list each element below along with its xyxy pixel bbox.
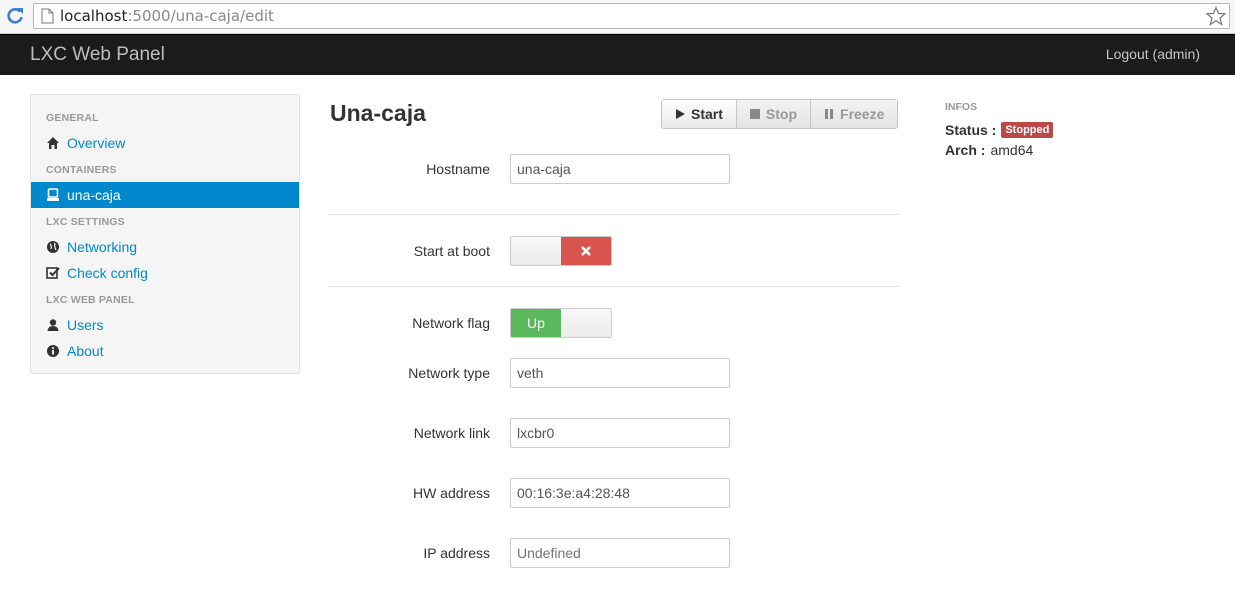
- sidebar-item-label: Networking: [67, 239, 138, 255]
- sidebar: GENERAL Overview CONTAINERS una-caja LXC…: [30, 94, 300, 374]
- sidebar-item-label: Users: [67, 317, 104, 333]
- hostname-input[interactable]: [510, 154, 730, 184]
- network-flag-up: Up: [511, 309, 561, 337]
- hw-address-label: HW address: [412, 485, 490, 501]
- toggle-off-side: [561, 237, 611, 265]
- toggle-off-side: [561, 309, 611, 337]
- page-icon: [41, 8, 54, 24]
- status-row: Status : Stopped: [945, 122, 1054, 138]
- stop-label: Stop: [765, 106, 798, 122]
- sidebar-item-networking[interactable]: Networking: [31, 234, 299, 260]
- page-title: Una-caja: [330, 100, 426, 126]
- status-key: Status :: [945, 122, 997, 138]
- sidebar-header-general: GENERAL: [46, 112, 99, 124]
- url-path: :5000/una-caja/edit: [127, 7, 274, 25]
- reload-icon[interactable]: [4, 5, 26, 27]
- play-icon: [676, 109, 685, 119]
- hostname-label: Hostname: [426, 161, 490, 177]
- url-text: localhost:5000/una-caja/edit: [60, 8, 274, 25]
- browser-toolbar: localhost:5000/una-caja/edit: [0, 0, 1235, 34]
- stop-icon: [749, 109, 760, 119]
- start-label: Start: [691, 106, 723, 122]
- network-link-input[interactable]: [510, 418, 730, 448]
- info-icon: [47, 345, 59, 357]
- sidebar-item-overview[interactable]: Overview: [31, 130, 299, 156]
- start-button[interactable]: Start: [662, 100, 736, 128]
- check-icon: [46, 267, 60, 279]
- globe-icon: [47, 241, 59, 253]
- sidebar-header-containers: CONTAINERS: [46, 164, 117, 176]
- arch-key: Arch :: [945, 142, 986, 158]
- user-icon: [47, 319, 59, 331]
- sidebar-item-users[interactable]: Users: [31, 312, 299, 338]
- network-type-input[interactable]: [510, 358, 730, 388]
- infos-heading: INFOS: [945, 101, 978, 113]
- status-badge: Stopped: [1001, 122, 1054, 138]
- bookmark-star-icon[interactable]: [1206, 6, 1226, 26]
- divider: [330, 214, 900, 215]
- sidebar-item-label: una-caja: [67, 187, 121, 203]
- ip-address-label: IP address: [423, 545, 490, 561]
- top-navbar: LXC Web Panel Logout (admin): [0, 34, 1235, 75]
- sidebar-item-label: Check config: [67, 265, 148, 281]
- sidebar-item-una-caja[interactable]: una-caja: [31, 182, 299, 208]
- divider: [330, 286, 900, 287]
- ip-address-input[interactable]: [510, 538, 730, 568]
- hw-address-input[interactable]: [510, 478, 730, 508]
- sidebar-header-lxc-web-panel: LXC WEB PANEL: [46, 294, 135, 306]
- network-link-label: Network link: [413, 425, 490, 441]
- logout-link[interactable]: Logout (admin): [1106, 46, 1200, 62]
- sidebar-item-label: Overview: [67, 135, 126, 151]
- home-icon: [47, 137, 59, 149]
- start-at-boot-toggle[interactable]: [510, 236, 612, 266]
- sidebar-item-label: About: [67, 343, 104, 359]
- arch-value: amd64: [990, 142, 1034, 158]
- sidebar-item-check-config[interactable]: Check config: [31, 260, 299, 286]
- network-flag-toggle[interactable]: Up: [510, 308, 612, 338]
- sidebar-header-lxc-settings: LXC SETTINGS: [46, 216, 125, 228]
- toggle-on-side: [511, 237, 561, 265]
- arch-row: Arch : amd64: [945, 142, 1033, 158]
- url-host: localhost: [60, 7, 128, 25]
- pause-icon: [825, 109, 834, 119]
- start-at-boot-label: Start at boot: [413, 243, 490, 259]
- freeze-label: Freeze: [840, 106, 885, 122]
- address-bar[interactable]: localhost:5000/una-caja/edit: [33, 3, 1230, 29]
- network-type-label: Network type: [408, 365, 490, 381]
- close-icon: [581, 246, 591, 256]
- sidebar-item-about[interactable]: About: [31, 338, 299, 364]
- network-flag-label: Network flag: [412, 315, 490, 331]
- brand[interactable]: LXC Web Panel: [30, 44, 165, 66]
- action-button-group: Start Stop Freeze: [661, 99, 899, 129]
- stop-button[interactable]: Stop: [735, 100, 811, 128]
- container-icon: [47, 188, 59, 201]
- freeze-button[interactable]: Freeze: [810, 100, 898, 128]
